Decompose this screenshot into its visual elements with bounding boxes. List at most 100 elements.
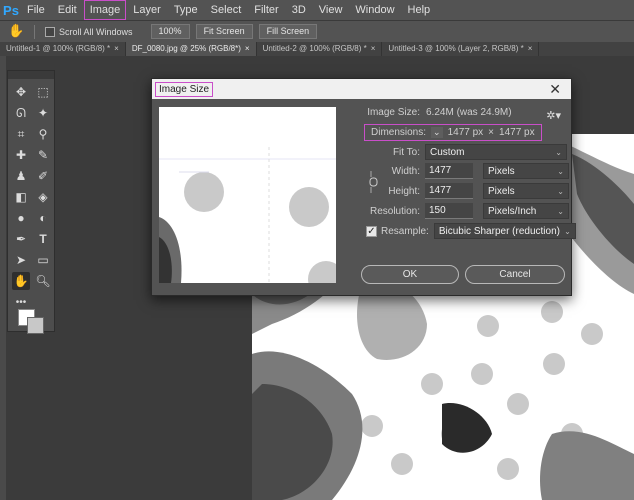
fill-screen-button[interactable]: Fill Screen: [258, 24, 318, 39]
image-size-row: Image Size: 6.24M (was 24.9M): [355, 107, 512, 118]
dimensions-highlight: Dimensions: ⌄ 1477 px × 1477 px: [364, 124, 542, 141]
crop-tool-icon[interactable]: ⌗: [12, 125, 30, 143]
chevron-down-icon[interactable]: ⌄: [431, 127, 443, 138]
healing-brush-icon[interactable]: ✚: [12, 146, 30, 164]
image-size-value: 6.24M (was 24.9M): [426, 107, 512, 118]
move-tool-icon[interactable]: ✥: [12, 83, 30, 101]
dialog-title-bar[interactable]: Image Size ✕: [152, 79, 571, 99]
fit-to-value: Custom: [430, 146, 465, 158]
divider: [34, 24, 35, 39]
tab-label: DF_0080.jpg @ 25% (RGB/8*): [131, 44, 241, 53]
menu-window[interactable]: Window: [350, 1, 399, 19]
zoom-tool-icon[interactable]: 🔍︎: [34, 272, 52, 290]
dialog-title: Image Size: [154, 81, 214, 97]
chevron-down-icon: ⌄: [557, 166, 564, 176]
magic-wand-icon[interactable]: ✦: [34, 104, 52, 122]
height-label: Height:: [388, 185, 420, 197]
height-row: Height: 1477 Pixels ⌄: [355, 183, 569, 199]
fit-to-row: Fit To: Custom ⌄: [355, 144, 567, 160]
hand-tool-icon: ✋: [8, 22, 25, 38]
pen-tool-icon[interactable]: ✒: [12, 230, 30, 248]
gear-icon[interactable]: ✲▾: [546, 109, 561, 122]
hand-tool-icon[interactable]: ✋: [12, 272, 30, 290]
resolution-unit-select[interactable]: Pixels/Inch ⌄: [483, 203, 569, 219]
close-icon[interactable]: ×: [245, 44, 250, 53]
tab-untitled-1[interactable]: Untitled-1 @ 100% (RGB/8) * ×: [0, 42, 126, 56]
close-icon[interactable]: ×: [528, 44, 533, 53]
resolution-label: Resolution:: [369, 205, 420, 217]
rectangle-tool-icon[interactable]: ▭: [34, 251, 52, 269]
menu-image[interactable]: Image: [83, 0, 127, 20]
width-row: Width: 1477 Pixels ⌄: [355, 163, 569, 179]
eyedropper-icon[interactable]: ⚲: [34, 125, 52, 143]
close-icon[interactable]: ×: [371, 44, 376, 53]
menu-bar: Ps File Edit Image Layer Type Select Fil…: [0, 0, 634, 20]
height-unit-value: Pixels: [488, 185, 515, 197]
brush-tool-icon[interactable]: ✎: [34, 146, 52, 164]
chevron-down-icon: ⌄: [557, 186, 564, 196]
tools-panel: ✥ ⬚ ᘏ ✦ ⌗ ⚲ ✚ ✎ ♟ ✐ ◧ ◈ ● ◐ ✒ T ➤ ▭ ✋ 🔍︎…: [7, 70, 55, 334]
tab-df-0080[interactable]: DF_0080.jpg @ 25% (RGB/8*) ×: [125, 42, 257, 56]
menu-type[interactable]: Type: [169, 1, 203, 19]
image-preview[interactable]: [159, 107, 336, 283]
blur-tool-icon[interactable]: ●: [12, 209, 30, 227]
lasso-tool-icon[interactable]: ᘏ: [12, 104, 30, 122]
resolution-row: Resolution: 150 Pixels/Inch ⌄: [355, 203, 569, 219]
menu-view[interactable]: View: [314, 1, 348, 19]
paint-bucket-icon[interactable]: ◈: [34, 188, 52, 206]
options-bar: ✋ Scroll All Windows 100% Fit Screen Fil…: [0, 20, 634, 42]
image-size-dialog: Image Size ✕ ✲▾ Image Size: 6.24M (was 2…: [151, 78, 576, 296]
chevron-down-icon: ⌄: [557, 206, 564, 216]
resolution-unit-value: Pixels/Inch: [488, 205, 537, 217]
close-icon[interactable]: ✕: [549, 81, 567, 98]
eraser-tool-icon[interactable]: ◧: [12, 188, 30, 206]
preview-artwork: [159, 107, 336, 283]
close-icon[interactable]: ×: [114, 44, 119, 53]
width-input[interactable]: 1477: [425, 163, 473, 179]
menu-select[interactable]: Select: [206, 1, 247, 19]
tab-label: Untitled-2 @ 100% (RGB/8) *: [262, 44, 367, 53]
width-unit-value: Pixels: [488, 165, 515, 177]
menu-layer[interactable]: Layer: [128, 1, 166, 19]
ok-button[interactable]: OK: [361, 265, 459, 284]
scroll-all-windows-label: Scroll All Windows: [59, 26, 133, 37]
dodge-tool-icon[interactable]: ◐: [34, 209, 52, 227]
menu-filter[interactable]: Filter: [249, 1, 283, 19]
tab-untitled-2[interactable]: Untitled-2 @ 100% (RGB/8) * ×: [257, 42, 383, 56]
marquee-tool-icon[interactable]: ⬚: [34, 83, 52, 101]
cancel-button[interactable]: Cancel: [465, 265, 565, 284]
image-size-label: Image Size:: [367, 107, 420, 118]
menu-help[interactable]: Help: [403, 1, 436, 19]
fit-to-select[interactable]: Custom ⌄: [425, 144, 567, 160]
fit-screen-button[interactable]: Fit Screen: [195, 24, 253, 39]
width-label: Width:: [391, 165, 420, 177]
tab-label: Untitled-3 @ 100% (Layer 2, RGB/8) *: [388, 44, 524, 53]
menu-file[interactable]: File: [22, 1, 50, 19]
resolution-input[interactable]: 150: [425, 203, 473, 219]
height-input[interactable]: 1477: [425, 183, 473, 199]
tab-label: Untitled-1 @ 100% (RGB/8) *: [6, 44, 111, 53]
tools-panel-header[interactable]: [8, 71, 54, 79]
resample-select[interactable]: Bicubic Sharper (reduction) ⌄: [433, 223, 576, 239]
resample-row: ✓ Resample: Bicubic Sharper (reduction) …: [366, 223, 576, 239]
menu-3d[interactable]: 3D: [287, 1, 311, 19]
width-unit-select[interactable]: Pixels ⌄: [483, 163, 569, 179]
tab-untitled-3[interactable]: Untitled-3 @ 100% (Layer 2, RGB/8) * ×: [382, 42, 540, 56]
menu-edit[interactable]: Edit: [53, 1, 82, 19]
resample-label: Resample:: [381, 225, 429, 237]
path-selection-icon[interactable]: ➤: [12, 251, 30, 269]
chevron-down-icon: ⌄: [564, 226, 571, 236]
background-color-swatch[interactable]: [27, 317, 44, 334]
dimensions-times: ×: [488, 127, 495, 138]
photoshop-logo: Ps: [3, 2, 19, 18]
resample-checkbox[interactable]: ✓: [366, 225, 377, 237]
document-tabs: Untitled-1 @ 100% (RGB/8) * × DF_0080.jpg…: [0, 42, 634, 56]
left-ruler: [0, 56, 6, 500]
scroll-all-windows-checkbox[interactable]: [45, 26, 55, 37]
history-brush-icon[interactable]: ✐: [34, 167, 52, 185]
type-tool-icon[interactable]: T: [34, 230, 52, 248]
height-unit-select[interactable]: Pixels ⌄: [483, 183, 569, 199]
dimensions-label: Dimensions:: [371, 127, 427, 138]
zoom-100-button[interactable]: 100%: [150, 24, 190, 39]
clone-stamp-icon[interactable]: ♟: [12, 167, 30, 185]
